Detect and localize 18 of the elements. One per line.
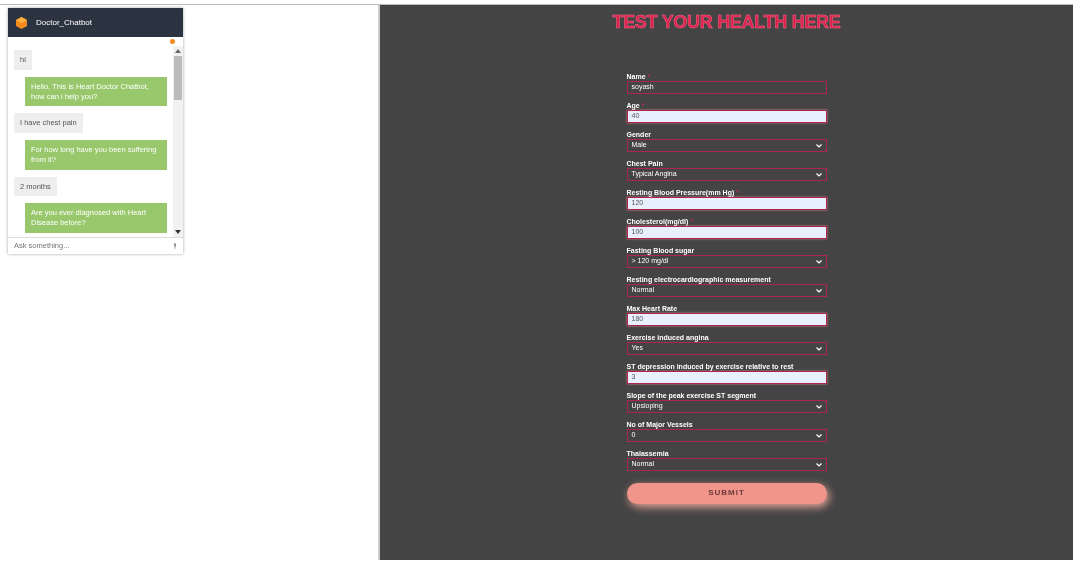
chevron-down-icon (815, 143, 822, 148)
chevron-down-icon (815, 259, 822, 264)
bot-logo-icon (16, 16, 27, 29)
chevron-down-icon (815, 404, 822, 409)
scroll-up-icon[interactable] (175, 49, 181, 53)
provider-logo-icon (170, 39, 175, 44)
scrollbar[interactable] (173, 46, 183, 237)
chevron-down-icon (815, 346, 822, 351)
microphone-icon[interactable] (173, 242, 177, 249)
scroll-down-icon[interactable] (175, 229, 181, 234)
submit-button[interactable]: SUBMIT (626, 482, 827, 504)
chevron-down-icon (815, 172, 822, 177)
chevron-down-icon (815, 288, 822, 293)
scroll-thumb[interactable] (174, 56, 182, 100)
chevron-down-icon (815, 462, 822, 467)
chevron-down-icon (815, 433, 822, 438)
chat-title: Doctor_Chatbot (36, 16, 93, 29)
form-title: TEST YOUR HEALTH HERE (612, 11, 841, 34)
